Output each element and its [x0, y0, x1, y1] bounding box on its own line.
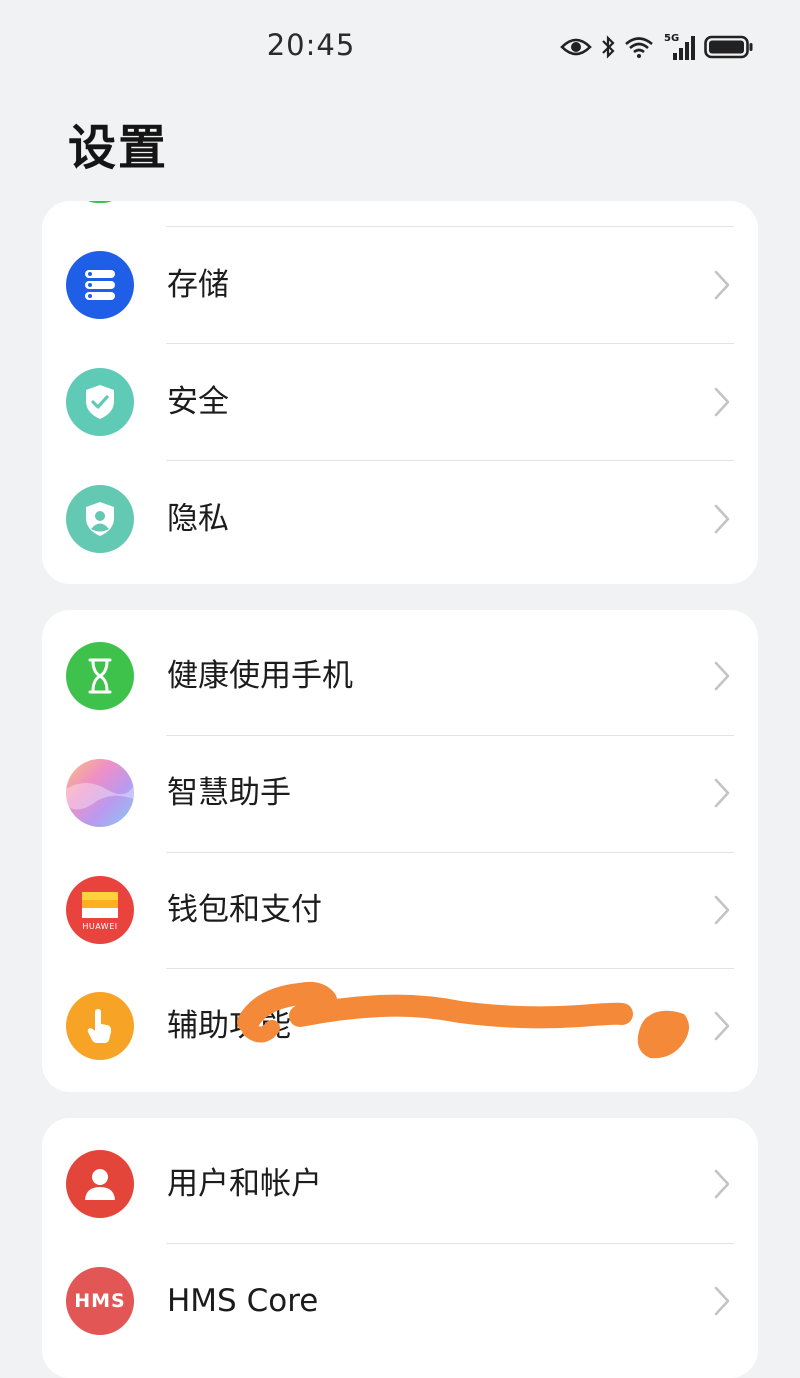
- settings-item-assistant[interactable]: 智慧助手: [42, 735, 758, 852]
- settings-item-storage[interactable]: 存储: [42, 227, 758, 344]
- settings-item-accessibility[interactable]: 辅助功能: [42, 968, 758, 1085]
- hourglass-icon: [66, 642, 134, 710]
- assistant-orb-icon: [66, 759, 134, 827]
- hms-badge: HMS: [74, 1290, 126, 1312]
- settings-group-security: 存储 安全 隐私: [42, 201, 758, 584]
- chevron-right-icon: [714, 1169, 730, 1199]
- chevron-right-icon: [714, 661, 730, 691]
- bluetooth-icon: [600, 35, 616, 59]
- settings-group-features: 健康使用手机 智慧助手 HUAWEI 钱包和支付 辅助功能: [42, 610, 758, 1092]
- wifi-icon: [624, 35, 654, 59]
- user-icon: [66, 1150, 134, 1218]
- status-icons: 5G: [560, 30, 754, 64]
- status-bar: 20:45 5G: [0, 0, 800, 95]
- settings-item-label: HMS Core: [167, 1283, 319, 1319]
- settings-item-label: 用户和帐户: [167, 1166, 322, 1202]
- settings-group-accounts: 用户和帐户 HMS HMS Core: [42, 1118, 758, 1378]
- settings-item-hms-core[interactable]: HMS HMS Core: [42, 1243, 758, 1360]
- network-type-label: 5G: [664, 33, 680, 44]
- chevron-right-icon: [714, 270, 730, 300]
- partial-hidden-icon: [80, 201, 120, 203]
- settings-item-label: 存储: [167, 267, 229, 303]
- status-time: 20:45: [266, 28, 356, 62]
- wallet-icon: HUAWEI: [66, 876, 134, 944]
- page-title: 设置: [68, 120, 169, 176]
- battery-icon: [704, 35, 754, 59]
- chevron-right-icon: [714, 778, 730, 808]
- privacy-shield-icon: [66, 485, 134, 553]
- settings-item-label: 隐私: [167, 501, 229, 537]
- chevron-right-icon: [714, 387, 730, 417]
- settings-item-wallet[interactable]: HUAWEI 钱包和支付: [42, 852, 758, 969]
- settings-item-label: 安全: [167, 384, 229, 420]
- accessibility-hand-icon: [66, 992, 134, 1060]
- eye-icon: [560, 36, 592, 58]
- hms-core-icon: HMS: [66, 1267, 134, 1335]
- settings-item-security[interactable]: 安全: [42, 344, 758, 461]
- chevron-right-icon: [714, 895, 730, 925]
- settings-item-label: 健康使用手机: [167, 658, 353, 694]
- chevron-right-icon: [714, 1011, 730, 1041]
- cellular-signal-icon: 5G: [662, 33, 696, 61]
- chevron-right-icon: [714, 1286, 730, 1316]
- chevron-right-icon: [714, 504, 730, 534]
- huawei-badge: HUAWEI: [82, 921, 118, 931]
- settings-item-users-accounts[interactable]: 用户和帐户: [42, 1126, 758, 1243]
- storage-icon: [66, 251, 134, 319]
- settings-item-privacy[interactable]: 隐私: [42, 461, 758, 578]
- settings-item-label: 钱包和支付: [167, 892, 322, 928]
- settings-item-label: 智慧助手: [167, 775, 291, 811]
- settings-item-digital-balance[interactable]: 健康使用手机: [42, 618, 758, 735]
- settings-item-label: 辅助功能: [167, 1008, 291, 1044]
- security-shield-icon: [66, 368, 134, 436]
